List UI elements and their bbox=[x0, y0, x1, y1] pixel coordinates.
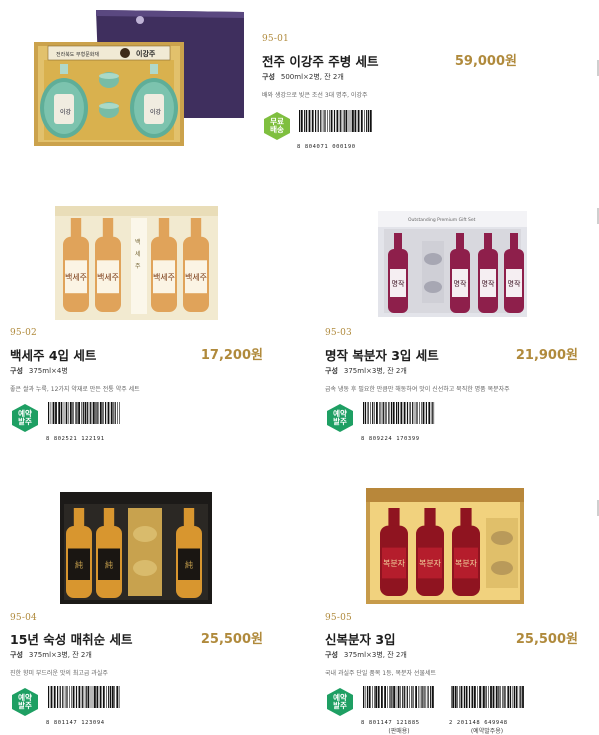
spec-value: 375ml×3병, 잔 2개 bbox=[343, 367, 407, 375]
product-1-spec: 구성 500ml×2병, 잔 2개 bbox=[262, 72, 344, 82]
product-5-badge: 예약 발주 bbox=[325, 687, 355, 721]
product-4-name: 15년 숙성 매취순 세트 bbox=[10, 632, 133, 647]
badge-line-2: 발주 bbox=[333, 417, 347, 426]
svg-text:명작: 명작 bbox=[508, 279, 521, 288]
svg-text:복분자: 복분자 bbox=[455, 559, 478, 568]
svg-text:주: 주 bbox=[135, 263, 141, 270]
product-2-code: 95-02 bbox=[10, 328, 37, 338]
barcode-bars bbox=[48, 402, 120, 424]
product-5-name: 신복분자 3입 bbox=[325, 632, 396, 647]
product-1-code: 95-01 bbox=[262, 34, 289, 44]
product-2-name: 백세주 4입 세트 bbox=[10, 348, 97, 363]
barcode-bars bbox=[451, 686, 524, 708]
product-5-price: 25,500원 bbox=[515, 632, 578, 647]
spec-value: 375ml×4병 bbox=[28, 367, 68, 375]
product-2-image: 백 세 주 백세주 백세주 백세주 백세주 bbox=[55, 204, 218, 320]
product-4-image: 純純純 bbox=[60, 492, 212, 604]
product-4-barcode: 8 801147 123094 bbox=[46, 686, 122, 726]
badge-line-2: 발주 bbox=[333, 701, 347, 710]
barcode-number: 8 809224 170399 bbox=[361, 436, 420, 442]
p1-box-label: 이강주 bbox=[136, 49, 156, 58]
svg-text:백: 백 bbox=[135, 238, 141, 246]
svg-text:純: 純 bbox=[75, 559, 83, 569]
product-1-badge: 무료 배송 bbox=[262, 111, 292, 145]
svg-text:세: 세 bbox=[135, 250, 141, 258]
svg-text:純: 純 bbox=[105, 559, 113, 569]
product-1-image: 전라북도 무형문화재 이강주 이강 이강 bbox=[30, 6, 250, 151]
svg-text:명작: 명작 bbox=[454, 279, 467, 288]
spec-value: 500ml×2병, 잔 2개 bbox=[280, 73, 344, 81]
product-4-price: 25,500원 bbox=[200, 632, 263, 647]
spec-label: 구성 bbox=[325, 367, 338, 375]
product-4-description: 진한 향미 부드러운 맛의 최고급 과실주 bbox=[10, 670, 108, 677]
svg-text:백세주: 백세주 bbox=[153, 272, 175, 282]
product-3-barcode: 8 809224 170399 bbox=[361, 402, 437, 442]
product-3-image: Outstanding Premium Gift Set 명작 명작 명작 명작 bbox=[378, 205, 527, 317]
barcode-caption: (판매용) bbox=[388, 728, 410, 735]
product-3-spec: 구성 375ml×3병, 잔 2개 bbox=[325, 366, 407, 376]
product-3-name: 명작 복분자 3입 세트 bbox=[325, 348, 439, 363]
svg-text:백세주: 백세주 bbox=[65, 272, 87, 282]
barcode-bars bbox=[299, 110, 372, 132]
svg-text:명작: 명작 bbox=[392, 279, 405, 288]
product-5-barcode-reserve: 2 201148 649948 (예약발주용) bbox=[449, 686, 525, 735]
product-5-image: 복분자 복분자 복분자 bbox=[366, 488, 524, 604]
product-4-badge: 예약 발주 bbox=[10, 687, 40, 721]
spec-label: 구성 bbox=[262, 73, 275, 81]
product-1-name: 전주 이강주 주병 세트 bbox=[262, 54, 379, 69]
p1-box-small-text: 전라북도 무형문화재 bbox=[56, 51, 99, 58]
spec-value: 375ml×3병, 잔 2개 bbox=[343, 651, 407, 659]
product-4-code: 95-04 bbox=[10, 613, 37, 623]
barcode-number: 8 801147 123094 bbox=[46, 720, 105, 726]
barcode-number: 8 804071 000190 bbox=[297, 144, 356, 150]
product-5-spec: 구성 375ml×3병, 잔 2개 bbox=[325, 650, 407, 660]
svg-text:복분자: 복분자 bbox=[419, 559, 442, 568]
svg-text:이강: 이강 bbox=[150, 108, 162, 116]
product-3-price: 21,900원 bbox=[515, 348, 578, 363]
product-2-price: 17,200원 bbox=[200, 348, 263, 363]
barcode-bars bbox=[363, 402, 435, 424]
spec-value: 375ml×3병, 잔 2개 bbox=[28, 651, 92, 659]
product-3-code: 95-03 bbox=[325, 328, 352, 338]
product-2-spec: 구성 375ml×4병 bbox=[10, 366, 68, 376]
product-5-barcode-sale: 8 801147 121885 (판매용) bbox=[361, 686, 437, 735]
product-2-description: 좋은 쌀과 누룩, 12가지 약재로 만든 전통 약주 세트 bbox=[10, 386, 140, 393]
product-5-code: 95-05 bbox=[325, 613, 352, 623]
svg-text:純: 純 bbox=[185, 559, 193, 569]
product-4-spec: 구성 375ml×3병, 잔 2개 bbox=[10, 650, 92, 660]
barcode-caption: (예약발주용) bbox=[470, 728, 504, 735]
product-1-description: 배와 생강으로 빚은 조선 3대 명주, 이강주 bbox=[262, 92, 368, 99]
spec-label: 구성 bbox=[10, 367, 23, 375]
p3-box-text: Outstanding Premium Gift Set bbox=[408, 217, 476, 223]
product-1-barcode: 8 804071 000190 bbox=[297, 110, 373, 150]
product-3-badge: 예약 발주 bbox=[325, 403, 355, 437]
svg-text:복분자: 복분자 bbox=[383, 559, 406, 568]
svg-text:이강: 이강 bbox=[60, 108, 72, 116]
spec-label: 구성 bbox=[325, 651, 338, 659]
product-2-barcode: 8 802521 122191 bbox=[46, 402, 122, 442]
svg-text:백세주: 백세주 bbox=[185, 272, 207, 282]
product-1-price: 59,000원 bbox=[454, 54, 517, 69]
product-3-description: 급속 냉동 후 필요한 만큼만 해동하여 맛이 신선하고 묵직한 명품 복분자주 bbox=[325, 386, 510, 393]
svg-text:명작: 명작 bbox=[482, 279, 495, 288]
badge-line-2: 배송 bbox=[270, 125, 284, 134]
product-5-description: 국내 과실주 단일 품목 1등, 복분자 선물세트 bbox=[325, 670, 437, 677]
svg-text:백세주: 백세주 bbox=[97, 272, 119, 282]
barcode-bars bbox=[48, 686, 120, 708]
spec-label: 구성 bbox=[10, 651, 23, 659]
badge-line-2: 발주 bbox=[18, 701, 32, 710]
badge-line-2: 발주 bbox=[18, 417, 32, 426]
barcode-number: 8 802521 122191 bbox=[46, 436, 105, 442]
barcode-bars bbox=[363, 686, 434, 708]
product-2-badge: 예약 발주 bbox=[10, 403, 40, 437]
